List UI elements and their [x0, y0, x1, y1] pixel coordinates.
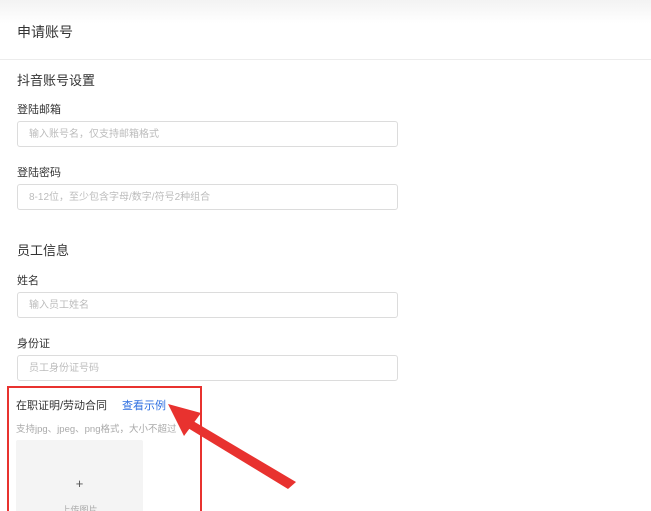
annotation-arrow-icon	[168, 404, 296, 489]
apply-account-page: 申请账号 抖音账号设置 登陆邮箱 登陆密码 员工信息 姓名 身份证 在职证明/劳…	[0, 0, 651, 511]
